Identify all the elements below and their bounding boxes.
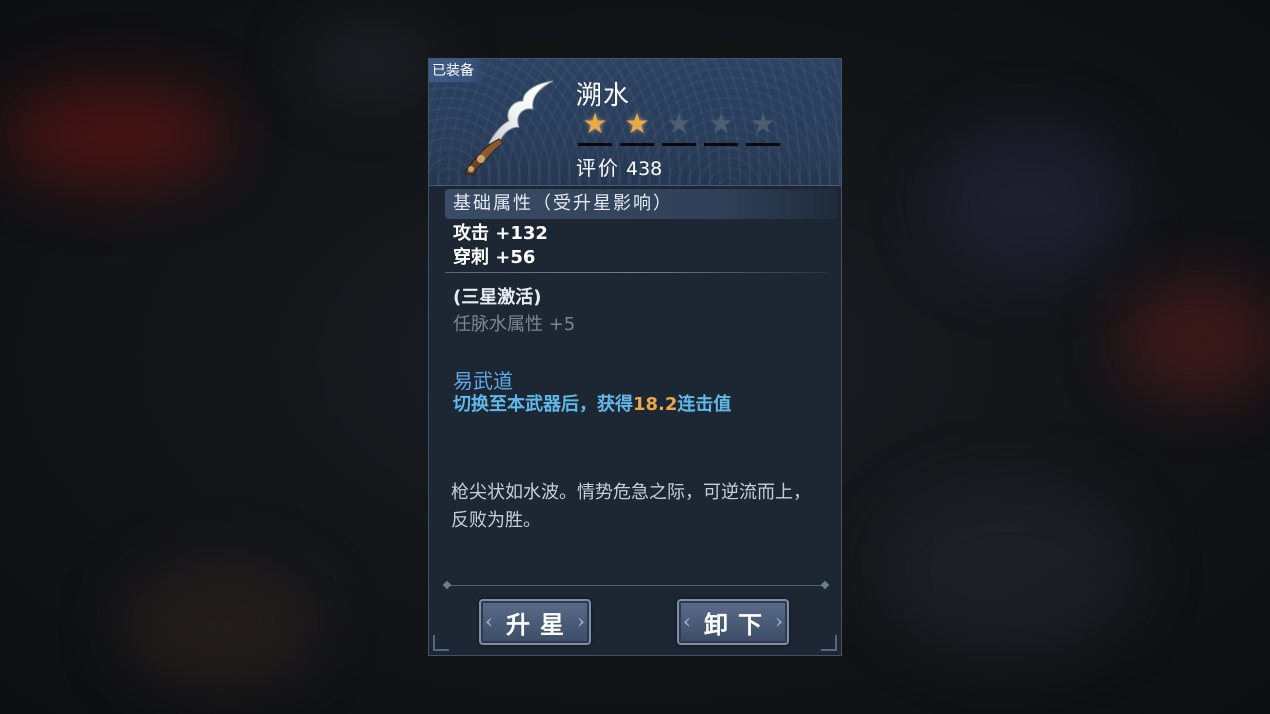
lore-text: 枪尖状如水波。情势危急之际，可逆流而上，反败为胜。 (451, 482, 811, 531)
unequip-label: 卸下 (704, 609, 772, 639)
divider (445, 272, 829, 273)
star-bar (620, 143, 654, 146)
star-icon: ★ (708, 107, 734, 140)
star-slot: ★ (574, 109, 616, 146)
item-header: 已装备 溯水 ★ ★ ★ ★ ★ 评价 438 (429, 59, 841, 186)
star-bar (704, 143, 738, 146)
star-bar (578, 143, 612, 146)
star-icon: ★ (582, 107, 608, 140)
corner-ornament (433, 635, 449, 651)
corner-ornament (821, 635, 837, 651)
star-icon: ★ (750, 107, 776, 140)
star-slot: ★ (658, 109, 700, 146)
upgrade-star-label: 升星 (506, 609, 574, 639)
skill-desc-value: 18.2 (633, 394, 678, 415)
weapon-spear-icon (464, 80, 554, 176)
star-icon: ★ (624, 107, 650, 140)
star-bar (746, 143, 780, 146)
chevron-left-icon: ‹ (485, 609, 493, 633)
star-bar (662, 143, 696, 146)
chevron-right-icon: › (775, 609, 783, 633)
chevron-left-icon: ‹ (683, 609, 691, 633)
upgrade-star-button[interactable]: ‹ 升星 › (479, 599, 591, 645)
base-stats-title: 基础属性（受升星影响） (445, 189, 837, 219)
skill-description: 切换至本武器后，获得18.2连击值 (453, 390, 731, 416)
item-tooltip-panel: 已装备 溯水 ★ ★ ★ ★ ★ 评价 438 基础属性（受升星影响） 攻击 +132 穿… (428, 58, 842, 656)
rating: 评价 438 (576, 152, 662, 181)
rating-label: 评价 (576, 156, 620, 180)
star-bonus-title: (三星激活) (453, 287, 542, 308)
star-slot: ★ (700, 109, 742, 146)
stat-pierce: 穿刺 +56 (453, 247, 536, 268)
rating-value: 438 (626, 158, 663, 180)
star-slot: ★ (616, 109, 658, 146)
chevron-right-icon: › (577, 609, 585, 633)
star-icon: ★ (666, 107, 692, 140)
star-rating: ★ ★ ★ ★ ★ (574, 109, 784, 146)
star-slot: ★ (742, 109, 784, 146)
skill-desc-prefix: 切换至本武器后，获得 (453, 394, 633, 415)
footer-divider (447, 585, 825, 586)
star-bonus-line: 任脉水属性 +5 (453, 314, 576, 335)
stat-attack: 攻击 +132 (453, 223, 548, 244)
skill-desc-suffix: 连击值 (677, 394, 732, 415)
unequip-button[interactable]: ‹ 卸下 › (677, 599, 789, 645)
